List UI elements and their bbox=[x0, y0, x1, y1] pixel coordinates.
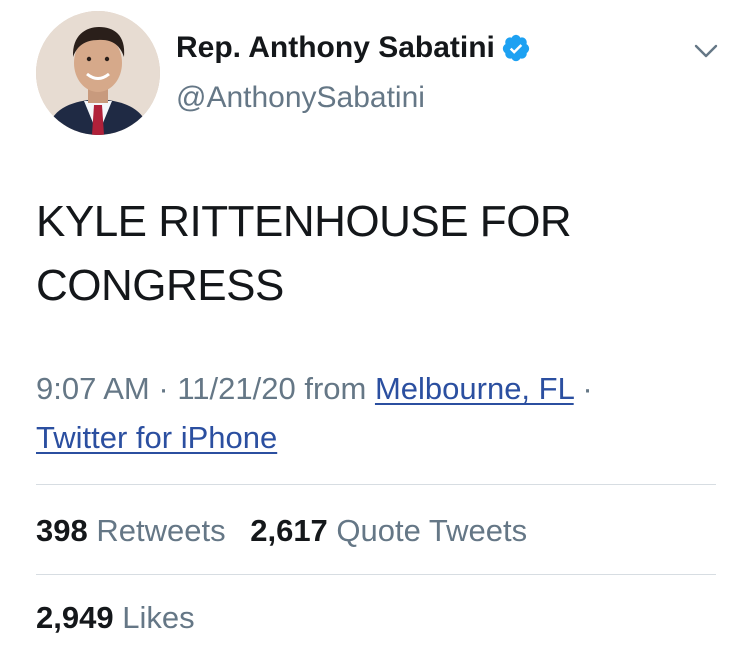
retweets-label: Retweets bbox=[96, 513, 226, 548]
tweet-meta: 9:07 AM · 11/21/20 from Melbourne, FL · … bbox=[36, 364, 716, 462]
avatar[interactable] bbox=[36, 11, 160, 135]
tweet-time[interactable]: 9:07 AM bbox=[36, 371, 150, 406]
meta-separator: · bbox=[158, 371, 169, 406]
quote-tweets-count: 2,617 bbox=[250, 513, 328, 548]
likes-row: 2,949 Likes bbox=[36, 598, 211, 638]
quote-tweets-label: Quote Tweets bbox=[336, 513, 528, 548]
likes-stat[interactable]: 2,949 Likes bbox=[36, 600, 195, 635]
likes-label: Likes bbox=[122, 600, 195, 635]
from-label: from bbox=[304, 371, 367, 406]
tweet-detail: Rep. Anthony Sabatini @AnthonySabatini K… bbox=[0, 0, 750, 654]
avatar-image bbox=[36, 11, 160, 135]
location-link[interactable]: Melbourne, FL bbox=[375, 371, 574, 406]
author-name-row[interactable]: Rep. Anthony Sabatini bbox=[176, 30, 531, 66]
tweet-text: KYLE RITTENHOUSE FOR CONGRESS bbox=[36, 197, 572, 310]
divider bbox=[36, 574, 716, 575]
divider bbox=[36, 484, 716, 485]
likes-count: 2,949 bbox=[36, 600, 114, 635]
tweet-date[interactable]: 11/21/20 bbox=[177, 371, 295, 406]
retweets-count: 398 bbox=[36, 513, 88, 548]
verified-badge-icon bbox=[501, 33, 531, 63]
engagement-row: 398 Retweets 2,617 Quote Tweets bbox=[36, 511, 543, 551]
retweets-stat[interactable]: 398 Retweets bbox=[36, 513, 226, 548]
source-link[interactable]: Twitter for iPhone bbox=[36, 420, 277, 455]
meta-separator-2: · bbox=[582, 371, 593, 406]
quote-tweets-stat[interactable]: 2,617 Quote Tweets bbox=[250, 513, 527, 548]
display-name[interactable]: Rep. Anthony Sabatini bbox=[176, 30, 495, 66]
author-handle[interactable]: @AnthonySabatini bbox=[176, 80, 425, 116]
chevron-down-icon[interactable] bbox=[692, 40, 720, 62]
